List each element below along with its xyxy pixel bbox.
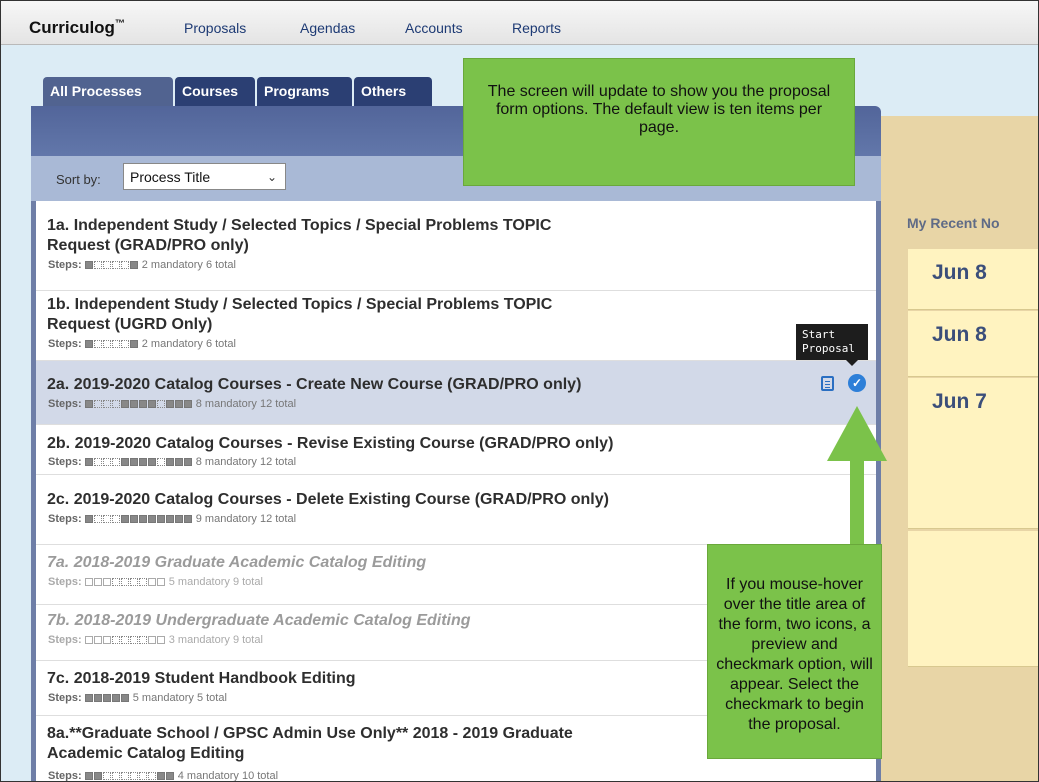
top-nav-bar: Curriculog™ Proposals Agendas Accounts R… — [1, 1, 1038, 45]
process-row-1b[interactable]: 1b. Independent Study / Selected Topics … — [36, 291, 876, 361]
process-title[interactable]: 8a.**Graduate School / GPSC Admin Use On… — [47, 724, 747, 764]
process-steps: Steps: 8 mandatory 12 total — [48, 456, 297, 468]
process-title[interactable]: 2b. 2019-2020 Catalog Courses - Revise E… — [47, 434, 747, 454]
recent-notifications-title: My Recent No — [907, 215, 1000, 231]
process-title[interactable]: 1b. Independent Study / Selected Topics … — [47, 295, 747, 335]
sort-label: Sort by: — [56, 172, 101, 187]
arrow-stem — [850, 456, 864, 546]
app-window: Curriculog™ Proposals Agendas Accounts R… — [0, 0, 1039, 782]
recent-item[interactable] — [908, 531, 1038, 667]
checkmark-icon[interactable]: ✓ — [848, 374, 866, 392]
arrow-up-icon — [827, 406, 887, 461]
process-title[interactable]: 2c. 2019-2020 Catalog Courses - Delete E… — [47, 490, 747, 510]
app-logo[interactable]: Curriculog™ — [29, 18, 125, 38]
process-steps: Steps: 4 mandatory 10 total — [48, 770, 279, 782]
process-row-2c[interactable]: 2c. 2019-2020 Catalog Courses - Delete E… — [36, 475, 876, 545]
nav-accounts[interactable]: Accounts — [405, 20, 463, 36]
process-title[interactable]: 7b. 2018-2019 Undergraduate Academic Cat… — [47, 611, 747, 631]
process-steps: Steps: 2 mandatory 6 total — [48, 338, 236, 350]
nav-proposals[interactable]: Proposals — [184, 20, 246, 36]
process-title[interactable]: 7c. 2018-2019 Student Handbook Editing — [47, 669, 747, 689]
nav-reports[interactable]: Reports — [512, 20, 561, 36]
recent-item[interactable]: Jun 8 — [908, 311, 1038, 377]
nav-agendas[interactable]: Agendas — [300, 20, 355, 36]
process-row-1a[interactable]: 1a. Independent Study / Selected Topics … — [36, 201, 876, 291]
process-steps: Steps: 2 mandatory 6 total — [48, 259, 236, 271]
process-row-2b[interactable]: 2b. 2019-2020 Catalog Courses - Revise E… — [36, 425, 876, 475]
callout-bottom: If you mouse-hover over the title area o… — [707, 544, 882, 759]
recent-item[interactable]: Jun 7 — [908, 378, 1038, 529]
process-steps: Steps: 5 mandatory 5 total — [48, 692, 227, 704]
tab-all-processes[interactable]: All Processes — [43, 77, 173, 108]
process-steps: Steps: 8 mandatory 12 total — [48, 398, 297, 410]
tab-others[interactable]: Others — [354, 77, 432, 108]
tab-courses[interactable]: Courses — [175, 77, 255, 108]
process-title[interactable]: 2a. 2019-2020 Catalog Courses - Create N… — [47, 375, 747, 395]
tab-programs[interactable]: Programs — [257, 77, 352, 108]
process-row-2a[interactable]: 2a. 2019-2020 Catalog Courses - Create N… — [36, 361, 876, 425]
callout-top: The screen will update to show you the p… — [463, 58, 855, 186]
recent-item[interactable]: Jun 8 — [908, 249, 1038, 310]
process-title[interactable]: 1a. Independent Study / Selected Topics … — [47, 216, 747, 256]
process-steps: Steps: 5 mandatory 9 total — [48, 576, 263, 588]
process-steps: Steps: 9 mandatory 12 total — [48, 513, 297, 525]
chevron-down-icon: ⌄ — [266, 170, 277, 184]
process-steps: Steps: 3 mandatory 9 total — [48, 634, 263, 646]
process-title[interactable]: 7a. 2018-2019 Graduate Academic Catalog … — [47, 553, 747, 573]
sort-select[interactable]: Process Title ⌄ — [123, 163, 286, 190]
start-proposal-tooltip: Start Proposal — [796, 324, 868, 366]
preview-icon[interactable] — [821, 376, 834, 391]
sort-selected-value: Process Title — [130, 169, 211, 185]
